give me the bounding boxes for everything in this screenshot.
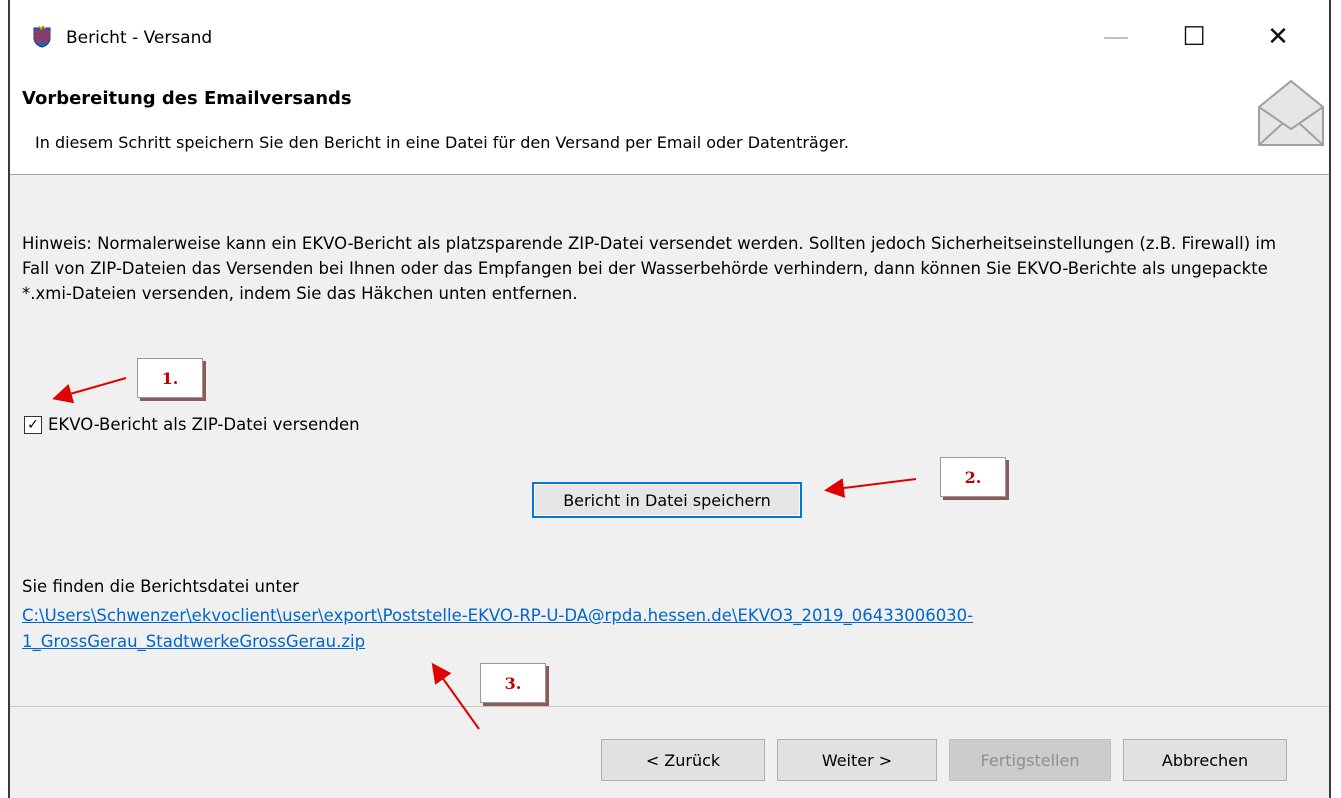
- hint-text: Hinweis: Normalerweise kann ein EKVO-Ber…: [22, 234, 1277, 303]
- callout-2: 2.: [940, 457, 1006, 497]
- report-file-link[interactable]: C:\Users\Schwenzer\ekvoclient\user\expor…: [22, 603, 1222, 655]
- back-button[interactable]: < Zurück: [601, 739, 765, 781]
- wizard-footer: < Zurück Weiter > Fertigstellen Abbreche…: [10, 706, 1329, 798]
- save-report-button[interactable]: Bericht in Datei speichern: [532, 482, 802, 518]
- path-label: Sie finden die Berichtsdatei unter: [22, 577, 299, 596]
- finish-button: Fertigstellen: [949, 739, 1111, 781]
- cancel-button[interactable]: Abbrechen: [1123, 739, 1287, 781]
- wizard-header: Vorbereitung des Emailversands In diesem…: [10, 66, 1329, 174]
- close-button[interactable]: ✕: [1255, 18, 1301, 56]
- envelope-icon: [1258, 79, 1324, 146]
- callout-3: 3.: [480, 663, 546, 703]
- callout-1: 1.: [137, 358, 203, 398]
- hessen-crest-icon: [33, 26, 51, 48]
- page-title: Vorbereitung des Emailversands: [22, 88, 352, 109]
- minimize-button[interactable]: —: [1093, 18, 1139, 56]
- wizard-content: Hinweis: Normalerweise kann ein EKVO-Ber…: [10, 174, 1329, 707]
- page-description: In diesem Schritt speichern Sie den Beri…: [35, 133, 849, 152]
- window-title: Bericht - Versand: [66, 28, 213, 48]
- wizard-window: Bericht - Versand — ☐ ✕ Vorbereitung des…: [8, 0, 1331, 798]
- zip-checkbox-row[interactable]: ✓ EKVO-Bericht als ZIP-Datei versenden: [24, 415, 360, 434]
- zip-checkbox[interactable]: ✓: [24, 415, 42, 434]
- next-button[interactable]: Weiter >: [777, 739, 937, 781]
- maximize-button[interactable]: ☐: [1171, 18, 1217, 56]
- title-bar: Bericht - Versand — ☐ ✕: [10, 0, 1329, 66]
- zip-checkbox-label[interactable]: EKVO-Bericht als ZIP-Datei versenden: [48, 415, 360, 434]
